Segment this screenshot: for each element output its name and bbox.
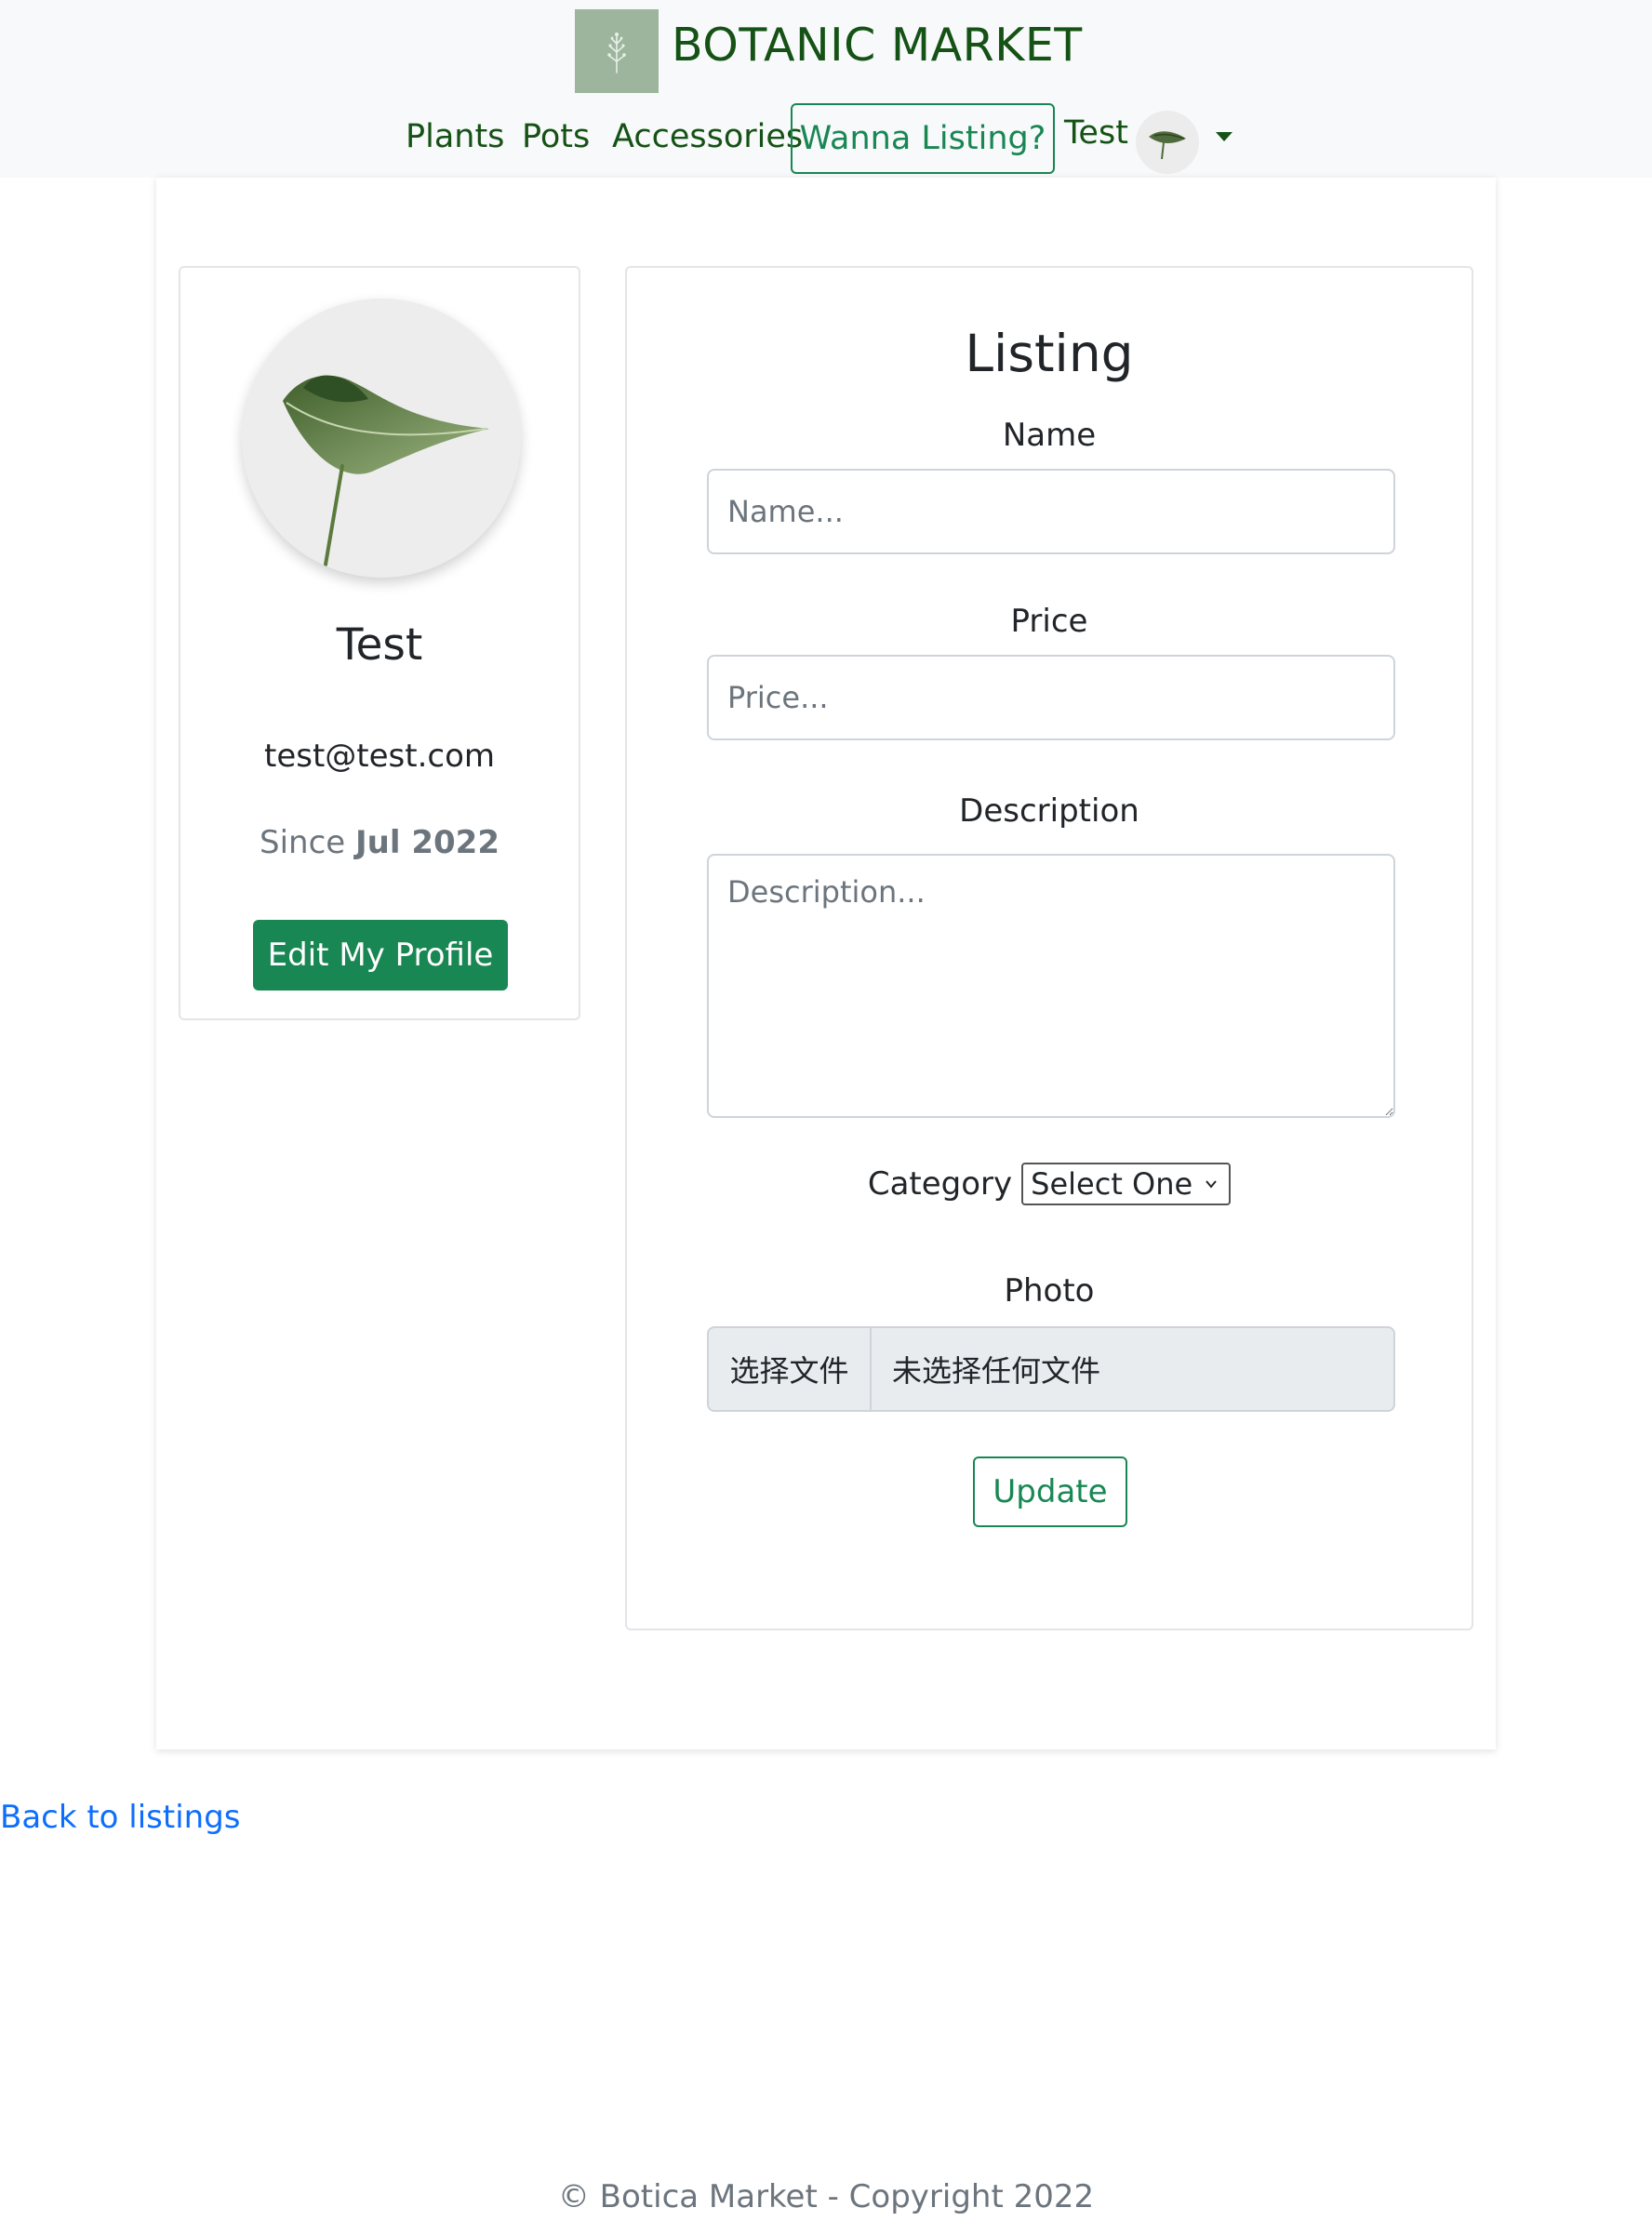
back-to-listings-link[interactable]: Back to listings — [0, 1799, 241, 1836]
price-label: Price — [1010, 603, 1088, 640]
profile-card: Test test@test.com Since Jul 2022 Edit M… — [179, 266, 580, 1020]
listing-form-card: Listing Name Price Description Category … — [625, 266, 1473, 1630]
file-status: 未选择任何文件 — [892, 1353, 1101, 1389]
leaf-icon — [1149, 131, 1186, 160]
category-row: Category Select One — [627, 1163, 1472, 1205]
profile-email: test@test.com — [263, 738, 495, 775]
profile-avatar — [242, 299, 521, 578]
category-selected-value: Select One — [1031, 1166, 1193, 1202]
category-label: Category — [867, 1165, 1013, 1203]
nav-pots[interactable]: Pots — [522, 118, 590, 155]
nav-user-name[interactable]: Test — [1064, 114, 1128, 152]
member-since: Since Jul 2022 — [180, 824, 579, 861]
footer-copyright: © Botica Market - Copyright 2022 — [557, 2178, 1095, 2215]
name-label: Name — [1002, 417, 1097, 454]
name-input[interactable] — [707, 469, 1395, 554]
brand-logo[interactable] — [575, 9, 659, 93]
price-input[interactable] — [707, 655, 1395, 740]
photo-file-input[interactable]: 选择文件 未选择任何文件 — [707, 1326, 1395, 1412]
description-textarea[interactable] — [707, 854, 1395, 1118]
form-title: Listing — [965, 324, 1134, 383]
category-select[interactable]: Select One — [1021, 1163, 1232, 1205]
leaf-image-icon — [283, 375, 489, 566]
edit-profile-button[interactable]: Edit My Profile — [253, 920, 508, 991]
nav-plants[interactable]: Plants — [406, 118, 504, 155]
chevron-down-icon — [1206, 1180, 1217, 1189]
sprig-icon — [607, 33, 626, 73]
photo-label: Photo — [1004, 1272, 1095, 1310]
user-dropdown-caret-icon[interactable] — [1216, 132, 1232, 141]
nav-accessories[interactable]: Accessories — [612, 118, 803, 155]
choose-file-button[interactable]: 选择文件 — [709, 1328, 872, 1410]
brand-name[interactable]: BOTANIC MARKET — [672, 19, 1083, 72]
description-label: Description — [959, 792, 1139, 830]
navbar: BOTANIC MARKET Plants Pots Accessories W… — [0, 0, 1652, 178]
member-since-date: Jul 2022 — [355, 824, 500, 861]
member-since-label: Since — [260, 824, 346, 861]
profile-name: Test — [336, 619, 423, 671]
nav-avatar[interactable] — [1136, 111, 1199, 174]
wanna-listing-button[interactable]: Wanna Listing? — [791, 103, 1055, 174]
update-button[interactable]: Update — [973, 1456, 1127, 1527]
